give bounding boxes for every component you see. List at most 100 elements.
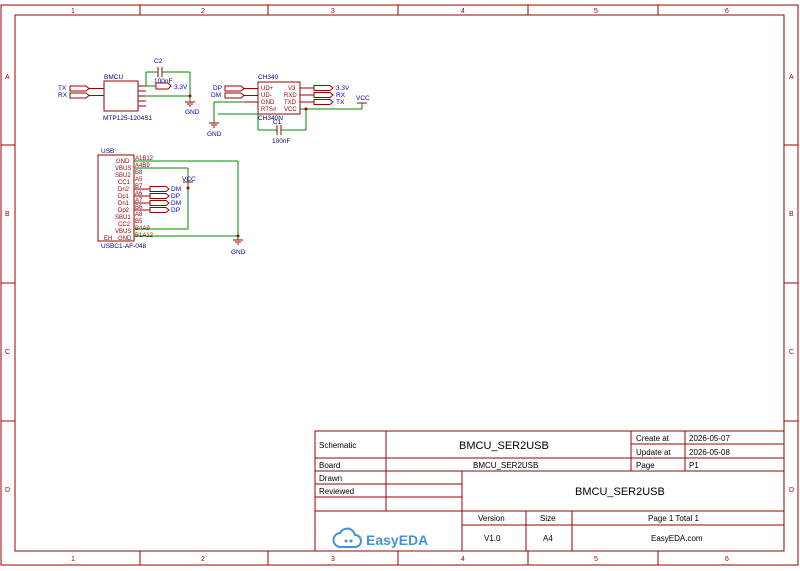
usb-pinnum-3: A5 [135,177,143,183]
ch340-pin-rxd: RXD [284,93,297,99]
net-dp-label-ch340: DP [213,85,222,92]
net-vcc-label-ch340: VCC [356,95,370,102]
usb-pin-gnd-bottom: GND [118,236,132,242]
ch340-value: CH340N [258,115,283,122]
bmcu-value: MTP125-1204S1 [103,115,153,122]
net-dp-label-2: DP [171,207,180,214]
row-label-a-right: A [789,74,794,81]
easyeda-logo: EasyEDA [332,527,428,548]
ch340-pin-udp: UD+ [261,86,274,92]
bmcu-body [103,80,139,112]
tb-reviewed-label: Reviewed [319,487,354,496]
usb-pinnum-9: B5 [135,219,143,225]
net-port-dp-1 [149,193,170,199]
net-dm-label-2: DM [171,200,181,207]
bmcu-section: TX RX BMCU MTP125-1204S1 C2 100nF 3.3V G… [58,58,200,122]
tb-page-total: Page 1 Total 1 [648,514,700,523]
net-tx-label-ch340: TX [336,99,345,106]
c2-ref: C2 [154,58,163,65]
net-gnd-label-ch340: GND [207,131,222,138]
col-label-5-bottom: 5 [594,556,598,563]
ch340-pin-vcc: VCC [284,107,297,113]
net-vcc-label-usb: VCC [182,176,196,183]
ch340-ref: CH340 [258,74,279,81]
col-label-6-bottom: 6 [725,556,729,563]
title-block: Schematic BMCU_SER2USB Create at 2026-05… [314,430,785,552]
col-label-1: 1 [71,8,75,15]
net-3v3-label-bmcu: 3.3V [174,84,188,91]
tb-site: EasyEDA.com [651,534,703,543]
tb-schematic-label: Schematic [319,441,356,450]
row-label-a: A [5,74,10,81]
outer-frame [0,4,799,566]
tb-board-label: Board [319,461,340,470]
col-label-2-bottom: 2 [201,556,205,563]
row-label-b-right: B [789,211,794,218]
net-port-rx [69,92,90,99]
usb-pin-dn2: Dn2 [118,187,130,193]
col-label-6: 6 [725,8,729,15]
tb-version-value: V1.0 [484,534,501,543]
usb-pinnum-2: B8 [135,170,143,176]
row-label-c: C [5,349,10,356]
net-port-dp-ch340 [224,85,245,92]
usb-pin-cc2: CC2 [118,222,131,228]
ch340-pin-gnd: GND [261,100,275,106]
col-label-1-bottom: 1 [71,556,75,563]
col-label-4: 4 [461,8,465,15]
usb-pin-eh: EH [104,236,112,242]
column-markers: 1 2 3 4 5 6 1 2 3 4 5 6 [71,5,729,565]
net-rx-label: RX [58,92,68,99]
net-port-dm-2 [149,200,170,206]
tb-page-value: P1 [689,461,699,470]
tb-update-label: Update at [636,448,671,457]
schematic-sheet: 1 2 3 4 5 6 1 2 3 4 5 6 A B C D A B C D … [0,4,799,566]
usb-pin-sbu1: SBU1 [115,215,131,221]
net-tx-label: TX [58,85,67,92]
col-label-3-bottom: 3 [331,556,335,563]
tb-page-label: Page [636,461,655,470]
net-port-dm-1 [149,186,170,192]
usb-pin-sbu2: SBU2 [115,173,131,179]
usb-value: USBC1-AF-048 [101,243,147,250]
col-label-2: 2 [201,8,205,15]
usb-pin-gnd-top: GND [116,159,130,165]
tb-drawn-label: Drawn [319,474,342,483]
usb-pin-vbus-bottom: VBUS [115,229,131,235]
net-port-dm-ch340 [224,92,245,99]
usb-pin-cc1: CC1 [118,180,131,186]
col-label-4-bottom: 4 [461,556,465,563]
tb-size-value: A4 [543,534,553,543]
usb-ref: USB [101,148,114,155]
col-label-5: 5 [594,8,598,15]
easyeda-logo-text: EasyEDA [366,532,428,548]
usb-pinnum-8: A8 [135,212,143,218]
usb-pin-dp1: Dp1 [118,194,130,200]
ch340-pin-v3: V3 [288,86,296,92]
net-dm-label-1: DM [171,186,181,193]
row-label-b: B [5,211,10,218]
c1-value: 100nF [272,138,290,145]
usb-pin-vbus-top: VBUS [115,166,131,172]
ch340-section: DP DM CH340 UD+ UD- GND RTS# V3 RXD TXD … [207,74,370,145]
usb-section: USB GND VBUS SBU2 CC1 Dn2 Dp1 Dn1 Dp2 SB… [97,148,246,256]
net-rx-label-ch340: RX [336,92,346,99]
tb-board-value: BMCU_SER2USB [473,461,538,470]
col-label-3: 3 [331,8,335,15]
tb-update-value: 2026-05-08 [689,448,730,457]
c2-value: 100nF [154,78,172,85]
tb-version-label: Version [478,514,505,523]
ch340-pin-udm: UD- [261,93,272,99]
net-port-3v3-ch340 [313,85,334,91]
net-dm-label-ch340: DM [211,92,221,99]
tb-big-title: BMCU_SER2USB [575,486,665,498]
tb-schematic-value: BMCU_SER2USB [459,440,549,452]
usb-pin-dn1: Dn1 [118,201,130,207]
net-3v3-label-ch340: 3.3V [336,85,350,92]
net-port-dp-2 [149,207,170,213]
net-port-tx-ch340 [313,99,334,105]
net-gnd-label-bmcu: GND [185,109,200,116]
bmcu-ref: BMCU [104,74,123,81]
net-dp-label-1: DP [171,193,180,200]
row-label-d-right: D [789,487,794,494]
